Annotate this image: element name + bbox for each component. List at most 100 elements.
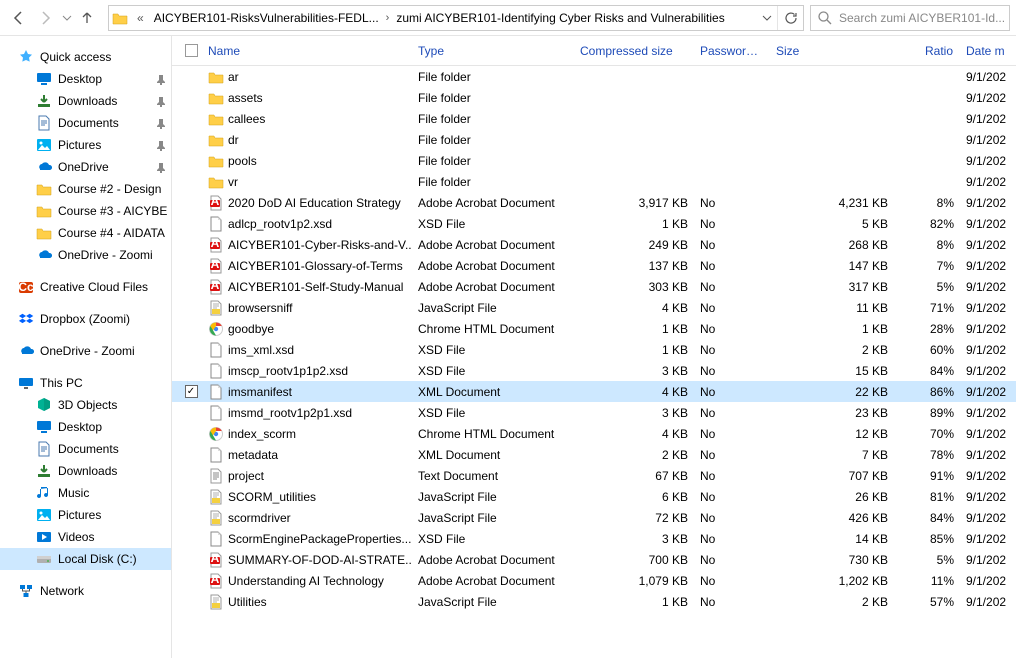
file-compressed-size: 700 KB: [574, 553, 694, 567]
file-size: 23 KB: [770, 406, 894, 420]
file-ratio: 81%: [894, 490, 960, 504]
file-row[interactable]: scormdriver JavaScript File 72 KB No 426…: [172, 507, 1016, 528]
address-dropdown-button[interactable]: [757, 6, 777, 30]
file-name: ScormEnginePackageProperties....: [202, 531, 412, 547]
file-row[interactable]: index_scorm Chrome HTML Document 4 KB No…: [172, 423, 1016, 444]
file-row[interactable]: adlcp_rootv1p2.xsd XSD File 1 KB No 5 KB…: [172, 213, 1016, 234]
back-button[interactable]: [4, 4, 32, 32]
file-row[interactable]: 2020 DoD AI Education Strategy Adobe Acr…: [172, 192, 1016, 213]
forward-button[interactable]: [32, 4, 60, 32]
sidebar-item-label: Course #2 - Design: [58, 182, 161, 196]
file-date: 9/1/202: [960, 91, 1016, 105]
sidebar-item[interactable]: Course #2 - Design: [0, 178, 171, 200]
column-headers[interactable]: Name Type Compressed size Password ... S…: [172, 36, 1016, 66]
file-row[interactable]: goodbye Chrome HTML Document 1 KB No 1 K…: [172, 318, 1016, 339]
file-icon: [208, 363, 224, 379]
refresh-button[interactable]: [777, 6, 803, 30]
file-row[interactable]: ims_xml.xsd XSD File 1 KB No 2 KB 60% 9/…: [172, 339, 1016, 360]
file-row[interactable]: Understanding AI Technology Adobe Acroba…: [172, 570, 1016, 591]
column-password[interactable]: Password ...: [694, 44, 770, 58]
file-list[interactable]: Name Type Compressed size Password ... S…: [172, 36, 1016, 658]
search-input[interactable]: Search zumi AICYBER101-Id...: [810, 5, 1010, 31]
file-date: 9/1/202: [960, 280, 1016, 294]
sidebar-item[interactable]: Desktop: [0, 416, 171, 438]
file-row[interactable]: vr File folder 9/1/202: [172, 171, 1016, 192]
row-checkbox[interactable]: [185, 385, 198, 398]
network-item[interactable]: Network: [0, 580, 171, 602]
column-date-modified[interactable]: Date m: [960, 44, 1016, 58]
onedrive-icon: [36, 247, 52, 263]
sidebar-item[interactable]: Downloads: [0, 90, 171, 112]
sidebar-item[interactable]: Desktop: [0, 68, 171, 90]
column-ratio[interactable]: Ratio: [894, 44, 960, 58]
file-date: 9/1/202: [960, 448, 1016, 462]
sidebar-item[interactable]: Documents: [0, 112, 171, 134]
file-row[interactable]: ar File folder 9/1/202: [172, 66, 1016, 87]
sidebar-item[interactable]: Music: [0, 482, 171, 504]
file-row[interactable]: imsmanifest XML Document 4 KB No 22 KB 8…: [172, 381, 1016, 402]
file-row[interactable]: pools File folder 9/1/202: [172, 150, 1016, 171]
sidebar-item-label: Desktop: [58, 72, 102, 86]
sidebar-item[interactable]: Documents: [0, 438, 171, 460]
column-size[interactable]: Size: [770, 44, 894, 58]
up-button[interactable]: [74, 4, 100, 32]
column-type[interactable]: Type: [412, 44, 574, 58]
sidebar-item[interactable]: OneDrive - Zoomi: [0, 244, 171, 266]
navigation-pane[interactable]: Quick access DesktopDownloadsDocumentsPi…: [0, 36, 172, 658]
onedrive-item[interactable]: OneDrive - Zoomi: [0, 340, 171, 362]
address-bar[interactable]: « AICYBER101-RisksVulnerabilities-FEDL..…: [108, 5, 804, 31]
sidebar-item[interactable]: Pictures: [0, 134, 171, 156]
sidebar-item[interactable]: Videos: [0, 526, 171, 548]
column-compressed-size[interactable]: Compressed size: [574, 44, 694, 58]
sidebar-item[interactable]: Course #4 - AIDATA: [0, 222, 171, 244]
sidebar-item-label: Downloads: [58, 464, 117, 478]
sidebar-item[interactable]: Course #3 - AICYBE: [0, 200, 171, 222]
file-row[interactable]: metadata XML Document 2 KB No 7 KB 78% 9…: [172, 444, 1016, 465]
file-row[interactable]: callees File folder 9/1/202: [172, 108, 1016, 129]
file-row[interactable]: AICYBER101-Self-Study-Manual Adobe Acrob…: [172, 276, 1016, 297]
sidebar-item-label: 3D Objects: [58, 398, 117, 412]
sidebar-item[interactable]: 3D Objects: [0, 394, 171, 416]
sidebar-item[interactable]: Local Disk (C:): [0, 548, 171, 570]
sidebar-item[interactable]: OneDrive: [0, 156, 171, 178]
file-row[interactable]: project Text Document 67 KB No 707 KB 91…: [172, 465, 1016, 486]
file-row[interactable]: AICYBER101-Cyber-Risks-and-V... Adobe Ac…: [172, 234, 1016, 255]
pdf-icon: [208, 237, 224, 253]
sidebar-item[interactable]: Downloads: [0, 460, 171, 482]
file-name: AICYBER101-Self-Study-Manual: [202, 279, 412, 295]
file-row[interactable]: AICYBER101-Glossary-of-Terms Adobe Acrob…: [172, 255, 1016, 276]
breadcrumb-parent[interactable]: AICYBER101-RisksVulnerabilities-FEDL...: [150, 6, 383, 30]
file-ratio: 85%: [894, 532, 960, 546]
breadcrumb-current[interactable]: zumi AICYBER101-Identifying Cyber Risks …: [392, 6, 728, 30]
quick-access-header[interactable]: Quick access: [0, 46, 171, 68]
sidebar-item-label: Music: [58, 486, 89, 500]
pictures-icon: [36, 137, 52, 153]
creative-cloud-item[interactable]: Creative Cloud Files: [0, 276, 171, 298]
file-icon: [208, 447, 224, 463]
pdf-icon: [208, 573, 224, 589]
select-all-checkbox[interactable]: [180, 44, 202, 57]
recent-locations-button[interactable]: [60, 13, 74, 23]
dropbox-item[interactable]: Dropbox (Zoomi): [0, 308, 171, 330]
file-row[interactable]: assets File folder 9/1/202: [172, 87, 1016, 108]
sidebar-item-label: Course #3 - AICYBE: [58, 204, 167, 218]
file-row[interactable]: imsmd_rootv1p2p1.xsd XSD File 3 KB No 23…: [172, 402, 1016, 423]
breadcrumb-overflow[interactable]: «: [131, 11, 150, 25]
sidebar-item[interactable]: Pictures: [0, 504, 171, 526]
file-row[interactable]: ScormEnginePackageProperties.... XSD Fil…: [172, 528, 1016, 549]
file-row[interactable]: imscp_rootv1p1p2.xsd XSD File 3 KB No 15…: [172, 360, 1016, 381]
this-pc-header[interactable]: This PC: [0, 372, 171, 394]
file-compressed-size: 4 KB: [574, 385, 694, 399]
file-name: imsmanifest: [202, 384, 412, 400]
file-row[interactable]: Utilities JavaScript File 1 KB No 2 KB 5…: [172, 591, 1016, 612]
column-name[interactable]: Name: [202, 44, 412, 58]
chevron-right-icon[interactable]: ›: [383, 12, 393, 24]
file-row[interactable]: SUMMARY-OF-DOD-AI-STRATE... Adobe Acroba…: [172, 549, 1016, 570]
downloads-icon: [36, 463, 52, 479]
file-row[interactable]: SCORM_utilities JavaScript File 6 KB No …: [172, 486, 1016, 507]
folder-icon: [36, 225, 52, 241]
file-ratio: 57%: [894, 595, 960, 609]
file-row[interactable]: browsersniff JavaScript File 4 KB No 11 …: [172, 297, 1016, 318]
file-row[interactable]: dr File folder 9/1/202: [172, 129, 1016, 150]
file-type: File folder: [412, 175, 574, 189]
